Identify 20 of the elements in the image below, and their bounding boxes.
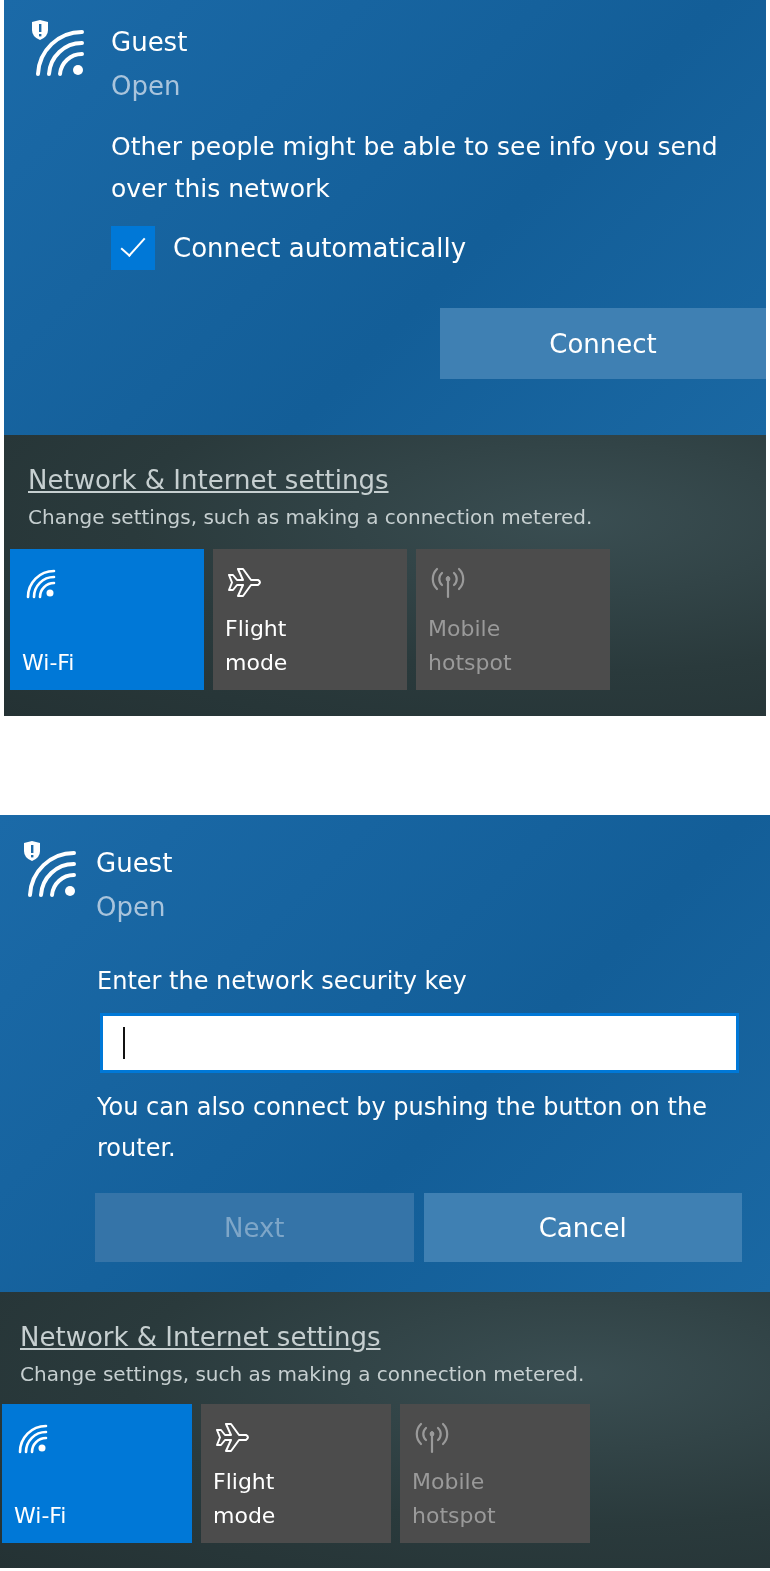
field-label: Enter the network security key xyxy=(97,966,468,997)
secondary-button[interactable]: Cancel xyxy=(423,1193,742,1262)
security-key-field[interactable] xyxy=(100,1013,739,1073)
quick-action-tile[interactable]: Flight mode xyxy=(213,549,407,690)
network-status: Open xyxy=(111,70,182,103)
quick-action-tile[interactable]: Flight mode xyxy=(201,1404,391,1543)
hint-text: You can also connect by pushing the button on the router. xyxy=(97,1092,708,1164)
settings-description: Change settings, such as making a connection metered. xyxy=(28,505,594,529)
primary-button[interactable]: Connect xyxy=(440,308,766,379)
checkbox-label: Connect automatically xyxy=(173,233,467,263)
checkbox[interactable] xyxy=(111,226,155,270)
network-name: Guest xyxy=(111,26,188,59)
quick-action-tile[interactable]: Wi-Fi xyxy=(2,1404,192,1543)
quick-action-tile[interactable]: Wi-Fi xyxy=(10,549,204,690)
settings-link[interactable]: Network & Internet settings xyxy=(28,465,389,495)
network-name: Guest xyxy=(96,847,173,880)
network-status: Open xyxy=(96,891,167,924)
settings-description: Change settings, such as making a connection metered. xyxy=(20,1362,586,1386)
settings-link[interactable]: Network & Internet settings xyxy=(20,1322,381,1352)
warning-text: Other people might be able to see info you send over this network xyxy=(111,131,719,205)
